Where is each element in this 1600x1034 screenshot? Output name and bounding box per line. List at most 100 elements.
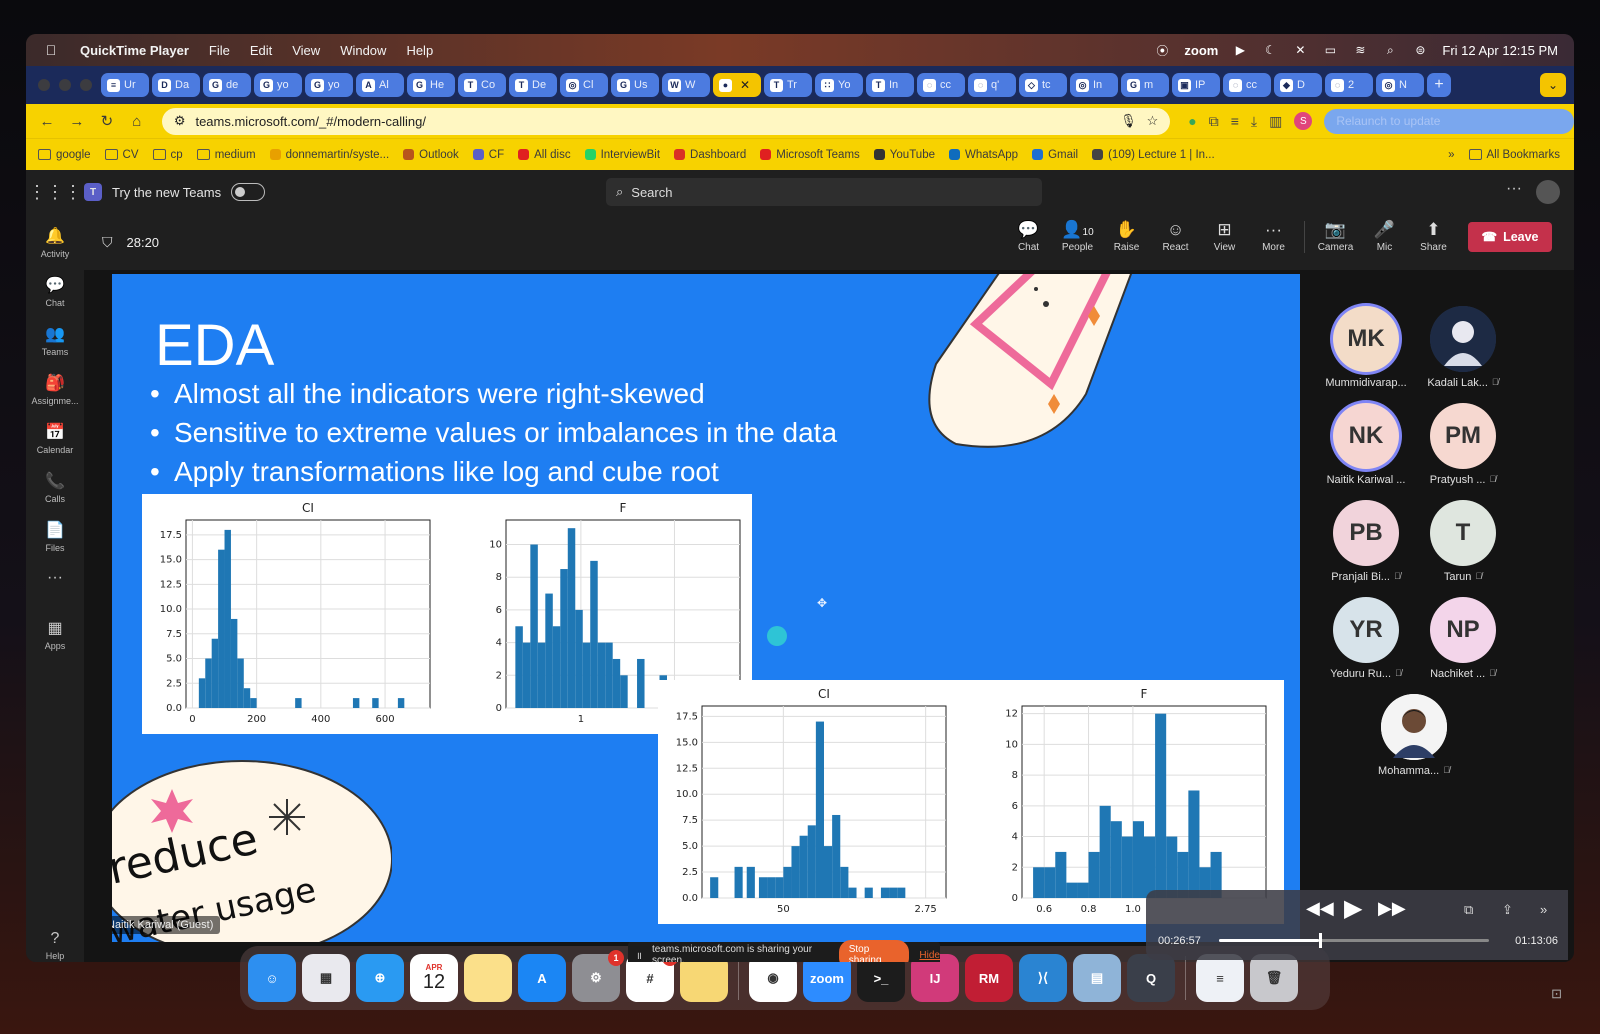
browser-tab[interactable]: A Al [356,73,404,97]
fast-forward-icon[interactable]: ▶▶ [1378,898,1406,919]
rail-item-chat[interactable]: 💬 Chat [26,275,84,308]
expand-icon[interactable]: » [1540,902,1547,917]
my-avatar[interactable] [1536,180,1560,204]
rewind-icon[interactable]: ◀◀ [1306,898,1334,919]
record-icon[interactable]: ⦿ [1154,43,1170,58]
browser-tab[interactable]: WW [662,73,710,97]
scrubber-track[interactable] [1219,933,1489,948]
browser-tab[interactable]: ◎ Cl [560,73,608,97]
apple-icon[interactable]:  [40,39,62,61]
browser-tab[interactable]: T In [866,73,914,97]
rail-help[interactable]: ? Help [26,930,84,961]
site-settings-icon[interactable]: ⚙ [174,113,186,129]
dock-document-icon[interactable]: ≡ [1196,954,1244,1002]
screenshot-icon[interactable]: ⊡ [1551,986,1562,1002]
raise-button[interactable]: ✋ Raise [1102,220,1151,253]
share-icon[interactable]: ⇪ [1502,902,1513,918]
tab-close-icon[interactable]: ✕ [740,78,750,92]
menubar-clock[interactable]: Fri 12 Apr 12:15 PM [1442,43,1558,58]
browser-tab[interactable]: Gm [1121,73,1169,97]
reload-icon[interactable]: ↻ [94,108,120,134]
menu-window[interactable]: Window [330,43,396,58]
browser-tab[interactable]: T Co [458,73,506,97]
menu-file[interactable]: File [199,43,240,58]
browser-tab[interactable]: ▣ IP [1172,73,1220,97]
dock-notes-icon[interactable] [464,954,512,1002]
back-icon[interactable]: ← [34,108,60,134]
app-launcher-icon[interactable]: ⋮⋮⋮ [26,182,84,203]
mic-button[interactable]: 🎤 Mic [1360,220,1409,253]
traffic-light-minimize[interactable] [59,79,71,91]
participant-tile[interactable]: Mohamma... 🎙̸ [1366,694,1462,777]
participant-tile[interactable]: YR Yeduru Ru... 🎙̸ [1318,597,1414,680]
battery-icon[interactable]: ▭ [1322,43,1338,57]
all-bookmarks[interactable]: All Bookmarks [1468,149,1560,161]
dock-quicktime-icon[interactable]: Q [1127,954,1175,1002]
participant-tile[interactable]: MK Mummidivarap... [1318,306,1414,389]
moon-icon[interactable]: ☾ [1262,43,1278,57]
tab-search-dropdown-icon[interactable]: ⌄ [1540,73,1566,97]
dock-rubymine-icon[interactable]: RM [965,954,1013,1002]
participant-tile[interactable]: NK Naitik Kariwal ... [1318,403,1414,486]
browser-tab[interactable]: Gde [203,73,251,97]
browser-tab[interactable]: Gyo [254,73,302,97]
search-input[interactable]: ⌕ Search [606,178,1042,206]
participant-tile[interactable]: NP Nachiket ... 🎙̸ [1415,597,1511,680]
menu-app-name[interactable]: QuickTime Player [70,43,199,58]
extension-green-icon[interactable]: ● [1188,113,1196,129]
menu-view[interactable]: View [282,43,330,58]
browser-tab[interactable]: T De [509,73,557,97]
dock-app-store-icon[interactable]: A [518,954,566,1002]
participant-tile[interactable]: PB Pranjali Bi... 🎙̸ [1318,500,1414,583]
browser-tab[interactable]: ● ✕ [713,73,761,97]
browser-tab[interactable]: ◎ N [1376,73,1424,97]
browser-tab[interactable]: ◆ D [1274,73,1322,97]
react-button[interactable]: ☺ React [1151,220,1200,253]
browser-tab[interactable]: ◌ q' [968,73,1016,97]
browser-tab[interactable]: ◎ In [1070,73,1118,97]
pip-icon[interactable]: ⧉ [1464,902,1473,918]
browser-tab[interactable]: ◇ tc [1019,73,1067,97]
bookmark-item[interactable]: CF [472,149,504,161]
rail-item-more[interactable]: ··· [26,569,84,590]
puzzle-icon[interactable]: ⧉ [1209,113,1219,130]
bookmark-item[interactable]: Outlook [403,149,459,161]
bookmark-item[interactable]: CV [104,149,139,161]
view-button[interactable]: ⊞ View [1200,220,1249,253]
bookmark-item[interactable]: medium [196,149,256,161]
zoom-menu[interactable]: zoom [1184,43,1218,58]
browser-tab[interactable]: ≡ Ur [101,73,149,97]
participant-tile[interactable]: PM Pratyush ... 🎙̸ [1415,403,1511,486]
rail-item-assignme[interactable]: 🎒 Assignme... [26,373,84,406]
rail-item-calls[interactable]: 📞 Calls [26,471,84,504]
leave-button[interactable]: ☎ Leave [1468,221,1552,252]
bookmark-item[interactable]: Dashboard [674,149,746,161]
menu-help[interactable]: Help [396,43,443,58]
bookmark-item[interactable]: Gmail [1032,149,1078,161]
play-circle-icon[interactable]: ▶ [1232,43,1248,57]
home-icon[interactable]: ⌂ [124,108,150,134]
bookmark-item[interactable]: Microsoft Teams [760,149,860,161]
chat-button[interactable]: 💬 Chat [1004,220,1053,253]
bookmark-item[interactable]: WhatsApp [949,149,1018,161]
url-bar[interactable]: ⚙ teams.microsoft.com/_#/modern-calling/… [161,107,1171,135]
profile-avatar[interactable]: S [1294,112,1313,130]
browser-tab[interactable]: D Da [152,73,200,97]
rail-item-teams[interactable]: 👥 Teams [26,324,84,357]
scrubber-handle[interactable] [1318,933,1322,948]
menu-edit[interactable]: Edit [240,43,282,58]
bookmark-item[interactable]: (109) Lecture 1 | In... [1092,149,1215,161]
dock-vscode-icon[interactable]: ⟩⟨ [1019,954,1067,1002]
bookmark-item[interactable]: cp [152,149,183,161]
camera-button[interactable]: 📷 Camera [1311,220,1360,253]
participant-tile[interactable]: Kadali Lak... 🎙̸ [1415,306,1511,389]
forward-icon[interactable]: → [64,108,90,134]
reading-list-icon[interactable]: ≡ [1231,113,1239,129]
browser-tab[interactable]: ◌ cc [1223,73,1271,97]
dock-calendar-icon[interactable]: APR 12 [410,954,458,1002]
wifi-icon[interactable]: ≋ [1352,43,1368,57]
bookmark-item[interactable]: google [38,149,91,161]
download-icon[interactable]: ⤓ [1251,113,1257,130]
more-button[interactable]: ··· More [1249,220,1298,253]
traffic-light-close[interactable] [38,79,50,91]
